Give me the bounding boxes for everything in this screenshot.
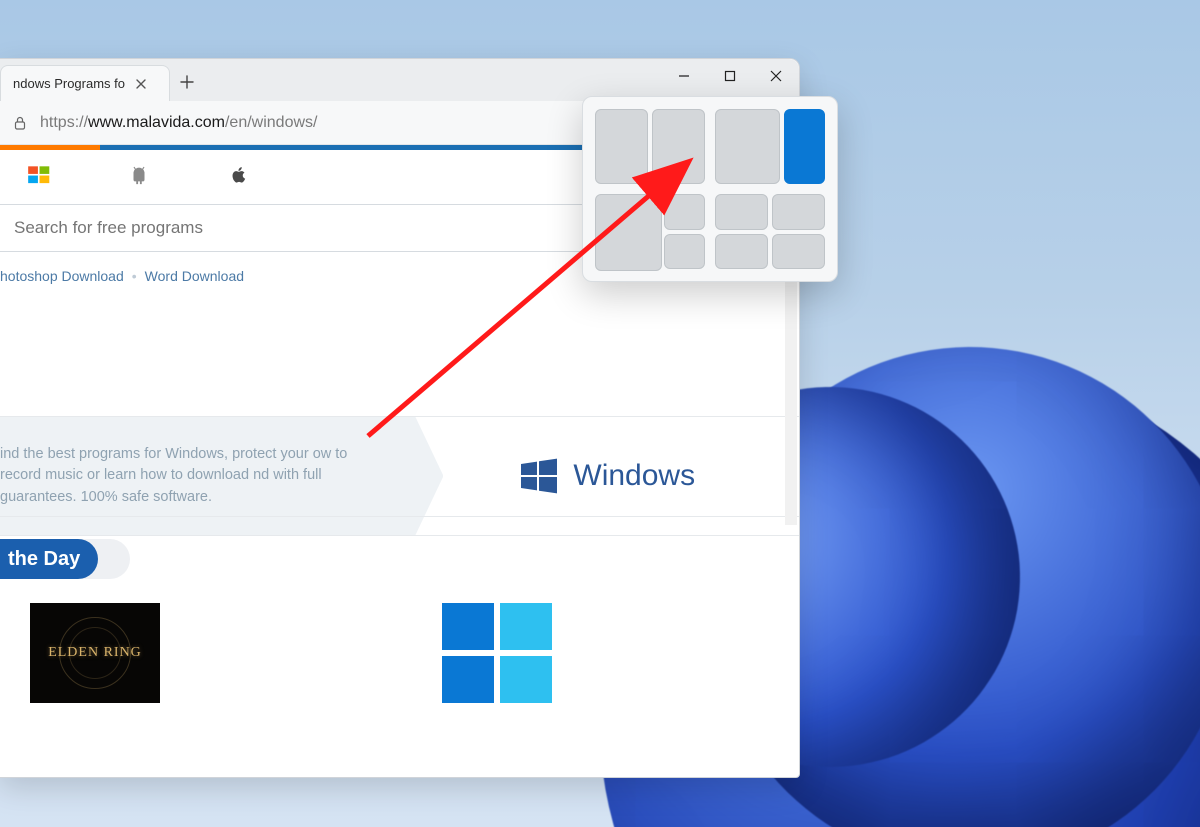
site-info-lock-icon[interactable]	[10, 113, 30, 133]
quicklink-word[interactable]: Word Download	[145, 268, 244, 284]
close-button[interactable]	[753, 59, 799, 93]
section-heading-windows: Windows	[415, 456, 799, 496]
app-card-elden-ring[interactable]: ELDEN RING Elden Ring	[30, 603, 160, 736]
maximize-button[interactable]	[707, 59, 753, 93]
minimize-button[interactable]	[661, 59, 707, 93]
section-heading-label: Windows	[573, 459, 695, 493]
platform-android-icon[interactable]	[124, 162, 154, 188]
snap-layout-quad[interactable]	[715, 194, 825, 269]
day-section-header: the Day	[0, 539, 130, 579]
platform-windows-icon[interactable]	[24, 162, 54, 188]
tab-title: ndows Programs fo	[13, 76, 125, 91]
day-section-label: the Day	[8, 548, 80, 570]
platform-apple-icon[interactable]	[224, 162, 254, 188]
url-scheme: https://	[40, 114, 88, 131]
separator-dot: •	[132, 268, 137, 284]
window-controls	[661, 59, 799, 93]
blank-space	[0, 296, 799, 416]
quicklink-photoshop[interactable]: hotoshop Download	[0, 268, 124, 284]
new-tab-button[interactable]	[170, 65, 204, 99]
snap-layout-half-half[interactable]	[595, 109, 705, 184]
tab-close-icon[interactable]	[133, 76, 149, 92]
windows11-logo-icon	[442, 603, 552, 703]
app-thumb-elden-ring: ELDEN RING	[30, 603, 160, 703]
app-card-windows11[interactable]: Windows 11	[440, 603, 554, 736]
page-scrollbar[interactable]	[785, 265, 797, 525]
url-path: /en/windows/	[225, 114, 318, 131]
browser-titlebar: ndows Programs fo	[0, 59, 799, 101]
snap-layouts-popup	[582, 96, 838, 282]
snap-layout-left-stack[interactable]	[595, 194, 705, 269]
snap-layout-wide-narrow[interactable]	[715, 109, 825, 184]
browser-tab[interactable]: ndows Programs fo	[0, 65, 170, 101]
url-host: www.malavida.com	[88, 114, 225, 131]
apps-row: ELDEN RING Elden Ring Windows 11	[0, 579, 799, 736]
windows-logo-icon	[519, 456, 559, 496]
snap-cell-selected[interactable]	[784, 109, 825, 184]
